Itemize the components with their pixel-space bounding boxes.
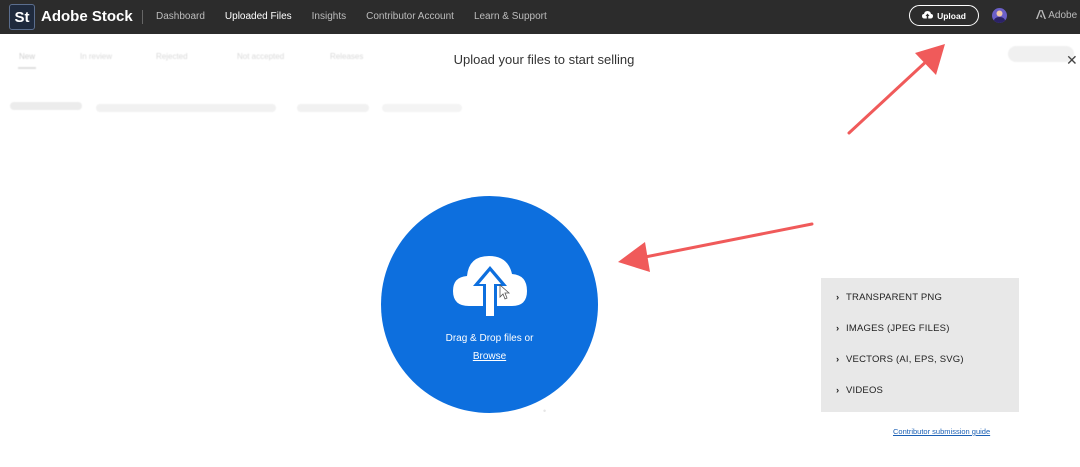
upload-button-label: Upload [937,10,966,21]
avatar-icon [993,10,1006,23]
chevron-right-icon: › [836,385,840,396]
close-icon[interactable]: ✕ [1066,52,1080,68]
file-type-label: VIDEOS [846,385,884,396]
cloud-upload-icon [453,256,527,316]
nav-learn-support[interactable]: Learn & Support [474,11,547,22]
file-types-panel: › TRANSPARENT PNG › IMAGES (JPEG FILES) › V… [821,278,1019,412]
chevron-right-icon: › [836,354,840,365]
browse-link[interactable]: Browse [381,351,598,362]
top-navigation-bar: St Adobe Stock Dashboard Uploaded Files … [0,0,1080,34]
main-nav: Dashboard Uploaded Files Insights Contri… [156,11,567,22]
file-type-transparent-png[interactable]: › TRANSPARENT PNG [836,292,942,303]
contributor-guide-link[interactable]: Contributor submission guide [893,427,990,436]
adobe-stock-logo[interactable]: St [9,4,35,30]
header-divider [142,10,143,24]
adobe-label: Adobe [1048,10,1078,21]
file-type-videos[interactable]: › VIDEOS [836,385,883,396]
nav-contributor-account[interactable]: Contributor Account [366,11,454,22]
brand-name[interactable]: Adobe Stock [41,8,133,25]
bg-filter-2 [96,104,276,112]
bg-filter-3 [297,104,369,112]
file-type-vectors[interactable]: › VECTORS (AI, EPS, SVG) [836,354,964,365]
nav-insights[interactable]: Insights [312,11,346,22]
cloud-upload-icon [922,11,934,19]
adobe-logo[interactable]: Adobe [1036,10,1077,21]
drop-zone[interactable]: Drag & Drop files or Browse [381,196,598,413]
modal-title: Upload your files to start selling [453,52,635,67]
chevron-right-icon: › [836,323,840,334]
file-type-label: IMAGES (JPEG FILES) [846,323,950,334]
adobe-logo-icon [1036,10,1046,19]
upload-button[interactable]: Upload [909,5,979,26]
bg-ghost-mark: • [543,406,547,416]
bg-filter-4 [382,104,462,112]
annotation-arrow [618,222,814,272]
file-type-label: TRANSPARENT PNG [846,292,943,303]
nav-uploaded-files[interactable]: Uploaded Files [225,11,292,22]
nav-dashboard[interactable]: Dashboard [156,11,205,22]
chevron-right-icon: › [836,292,840,303]
bg-filter-1 [10,102,82,110]
file-type-images[interactable]: › IMAGES (JPEG FILES) [836,323,950,334]
bg-tab-underline [18,67,36,69]
drop-instructions: Drag & Drop files or [445,333,534,344]
user-avatar[interactable] [992,8,1007,23]
file-type-label: VECTORS (AI, EPS, SVG) [846,354,964,365]
